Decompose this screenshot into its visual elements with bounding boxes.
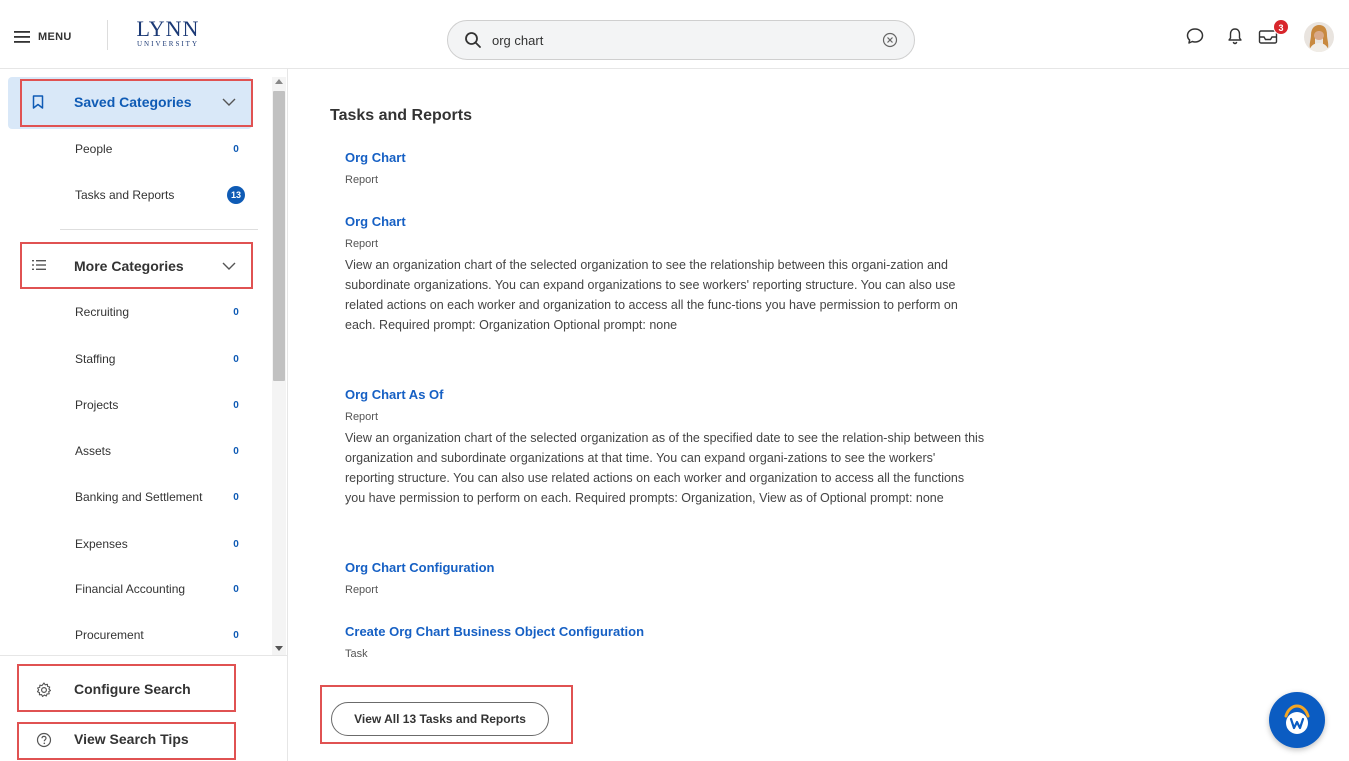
result-type: Report [345,584,379,596]
sidebar-scroll-area[interactable]: Saved Categories People 0 Tasks and Repo… [0,69,272,655]
result-description: View an organization chart of the select… [345,431,985,505]
chevron-down-icon [222,262,236,270]
sidebar-item-people[interactable]: People 0 [75,139,245,159]
sidebar-item-count: 0 [233,353,239,365]
result-item: Org Chart Report [345,149,985,187]
result-item: Create Org Chart Business Object Configu… [345,623,985,661]
sidebar-item-label: Projects [75,398,119,412]
sidebar-item-count: 0 [233,538,239,550]
sidebar-item-expenses[interactable]: Expenses 0 [75,534,245,554]
result-type: Report [345,411,379,423]
lynn-university-logo[interactable]: LYNN UNIVERSITY [128,18,208,49]
sidebar-item-count: 0 [233,143,239,155]
sidebar-item-staffing[interactable]: Staffing 0 [75,349,245,369]
workday-assistant-button[interactable] [1269,692,1325,748]
sidebar-item-count: 0 [233,306,239,318]
sidebar-item-count: 0 [233,629,239,641]
sidebar-item-label: Financial Accounting [75,582,186,596]
logo-sub-text: UNIVERSITY [137,40,199,48]
sidebar-item-label: Expenses [75,537,128,551]
saved-categories-label: Saved Categories [74,94,192,110]
clear-icon[interactable] [882,32,898,48]
sidebar-item-count: 0 [233,491,239,503]
sidebar-item-label: Assets [75,444,112,458]
sidebar-item-label: Staffing [75,352,116,366]
sidebar-item-financial-accounting[interactable]: Financial Accounting 0 [75,579,245,599]
sidebar-scrollbar[interactable] [272,77,286,655]
scroll-up-arrow[interactable] [275,79,283,84]
sidebar-item-label: Banking and Settlement [75,490,203,504]
avatar-image [1304,22,1334,52]
sidebar-bottom-divider [0,655,287,656]
result-item: Org Chart Report View an organization ch… [345,213,985,335]
sidebar-divider [60,229,258,230]
result-type: Report [345,174,379,186]
chat-icon[interactable] [1186,27,1204,45]
hamburger-icon [14,31,30,43]
sidebar-item-count: 0 [233,445,239,457]
sidebar-item-label: Procurement [75,628,144,642]
search-bar[interactable] [447,20,915,60]
view-all-tasks-and-reports-button[interactable]: View All 13 Tasks and Reports [331,702,549,736]
bookmark-icon [32,95,44,109]
scrollbar-thumb[interactable] [273,91,285,381]
result-title-link[interactable]: Org Chart As Of [345,386,985,404]
result-description: View an organization chart of the select… [345,258,958,332]
help-icon [36,732,52,748]
result-type: Task [345,648,368,660]
view-search-tips-link[interactable]: View Search Tips [20,719,232,761]
search-results-panel: Tasks and Reports Org Chart Report Org C… [288,69,1349,761]
search-icon [465,32,481,48]
result-title-link[interactable]: Org Chart Configuration [345,559,985,577]
sidebar-item-label: People [75,142,113,156]
header-divider [107,20,108,50]
sidebar-item-count: 0 [233,583,239,595]
avatar[interactable] [1304,22,1334,52]
sidebar-item-label: Tasks and Reports [75,188,175,202]
view-search-tips-label: View Search Tips [74,731,189,747]
search-input[interactable] [492,30,872,50]
sidebar-item-count: 13 [227,186,245,204]
result-title-link[interactable]: Org Chart [345,213,985,231]
bell-icon[interactable] [1227,27,1243,45]
menu-label: MENU [38,31,72,43]
result-type: Report [345,238,379,250]
sidebar-item-recruiting[interactable]: Recruiting 0 [75,302,245,322]
sidebar-item-banking-and-settlement[interactable]: Banking and Settlement 0 [75,487,245,507]
result-item: Org Chart As Of Report View an organizat… [345,386,985,508]
sidebar-item-projects[interactable]: Projects 0 [75,395,245,415]
search-categories-sidebar: Saved Categories People 0 Tasks and Repo… [0,69,288,761]
result-item: Org Chart Configuration Report [345,559,985,597]
sidebar-item-procurement[interactable]: Procurement 0 [75,625,245,645]
workday-assistant-icon [1284,704,1310,734]
more-categories-header[interactable]: More Categories [8,241,252,293]
menu-button[interactable]: MENU [14,26,72,48]
top-header: MENU LYNN UNIVERSITY 3 [0,0,1349,69]
logo-main-text: LYNN [136,16,200,41]
more-categories-label: More Categories [74,258,184,274]
tasks-and-reports-heading: Tasks and Reports [330,107,472,124]
sidebar-item-count: 0 [233,399,239,411]
chevron-down-icon [222,98,236,106]
sidebar-item-label: Recruiting [75,305,130,319]
result-title-link[interactable]: Create Org Chart Business Object Configu… [345,623,985,641]
sidebar-item-assets[interactable]: Assets 0 [75,441,245,461]
sidebar-item-tasks-and-reports[interactable]: Tasks and Reports 13 [75,185,245,205]
scroll-down-arrow[interactable] [275,646,283,651]
inbox-badge: 3 [1273,19,1289,35]
list-icon [32,260,46,270]
result-title-link[interactable]: Org Chart [345,149,985,167]
configure-search-label: Configure Search [74,681,191,697]
configure-search-link[interactable]: Configure Search [20,669,232,711]
gear-icon [36,682,52,698]
saved-categories-header[interactable]: Saved Categories [8,77,252,129]
